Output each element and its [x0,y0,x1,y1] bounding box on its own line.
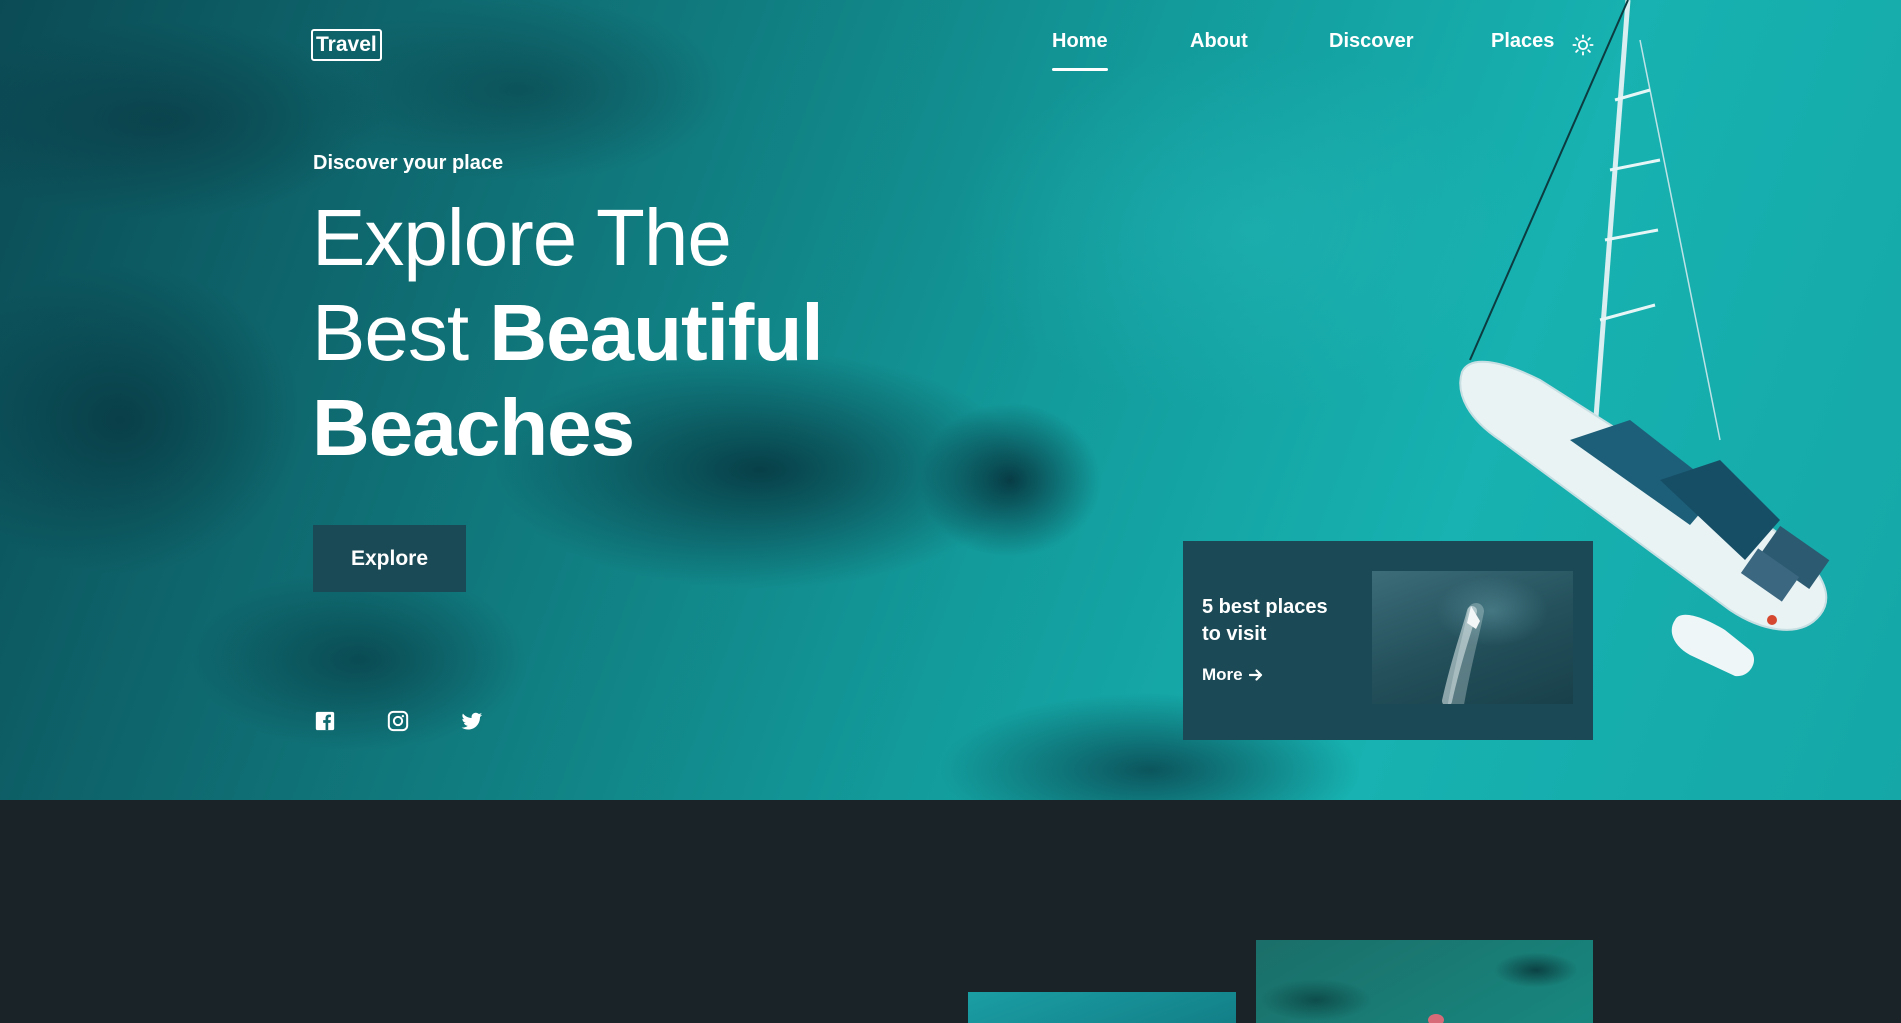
hero-subtitle: Discover your place [313,152,504,174]
instagram-icon[interactable] [387,710,409,732]
headline-line2-regular: Best [312,288,469,377]
nav-about[interactable]: About [1190,30,1248,53]
card-title: 5 best places to visit [1202,596,1328,645]
card-more-link[interactable]: More [1202,665,1263,685]
hero-section: Travel Home About Discover Places Discov… [0,0,1901,800]
headline-line2-bold: Beautiful [489,288,823,377]
gallery-thumbnail[interactable] [1256,940,1593,1023]
card-more-label: More [1202,665,1243,684]
card-image [1372,571,1573,704]
nav-places[interactable]: Places [1491,30,1554,53]
headline-line3: Beaches [312,383,635,472]
arrow-right-icon [1248,669,1262,681]
sailboat-image [1459,0,1830,677]
nav-home[interactable]: Home [1052,30,1108,71]
featured-card: 5 best places to visit More [1183,541,1593,740]
headline-line1: Explore The [312,193,732,282]
hero-headline: Explore The Best Beautiful Beaches [312,190,824,475]
nav-discover[interactable]: Discover [1329,30,1414,53]
gallery-thumbnail[interactable] [968,992,1236,1023]
sun-icon[interactable] [1572,34,1594,56]
facebook-icon[interactable] [314,710,336,732]
twitter-icon[interactable] [461,710,483,732]
logo[interactable]: Travel [311,29,382,61]
explore-button[interactable]: Explore [313,525,466,592]
